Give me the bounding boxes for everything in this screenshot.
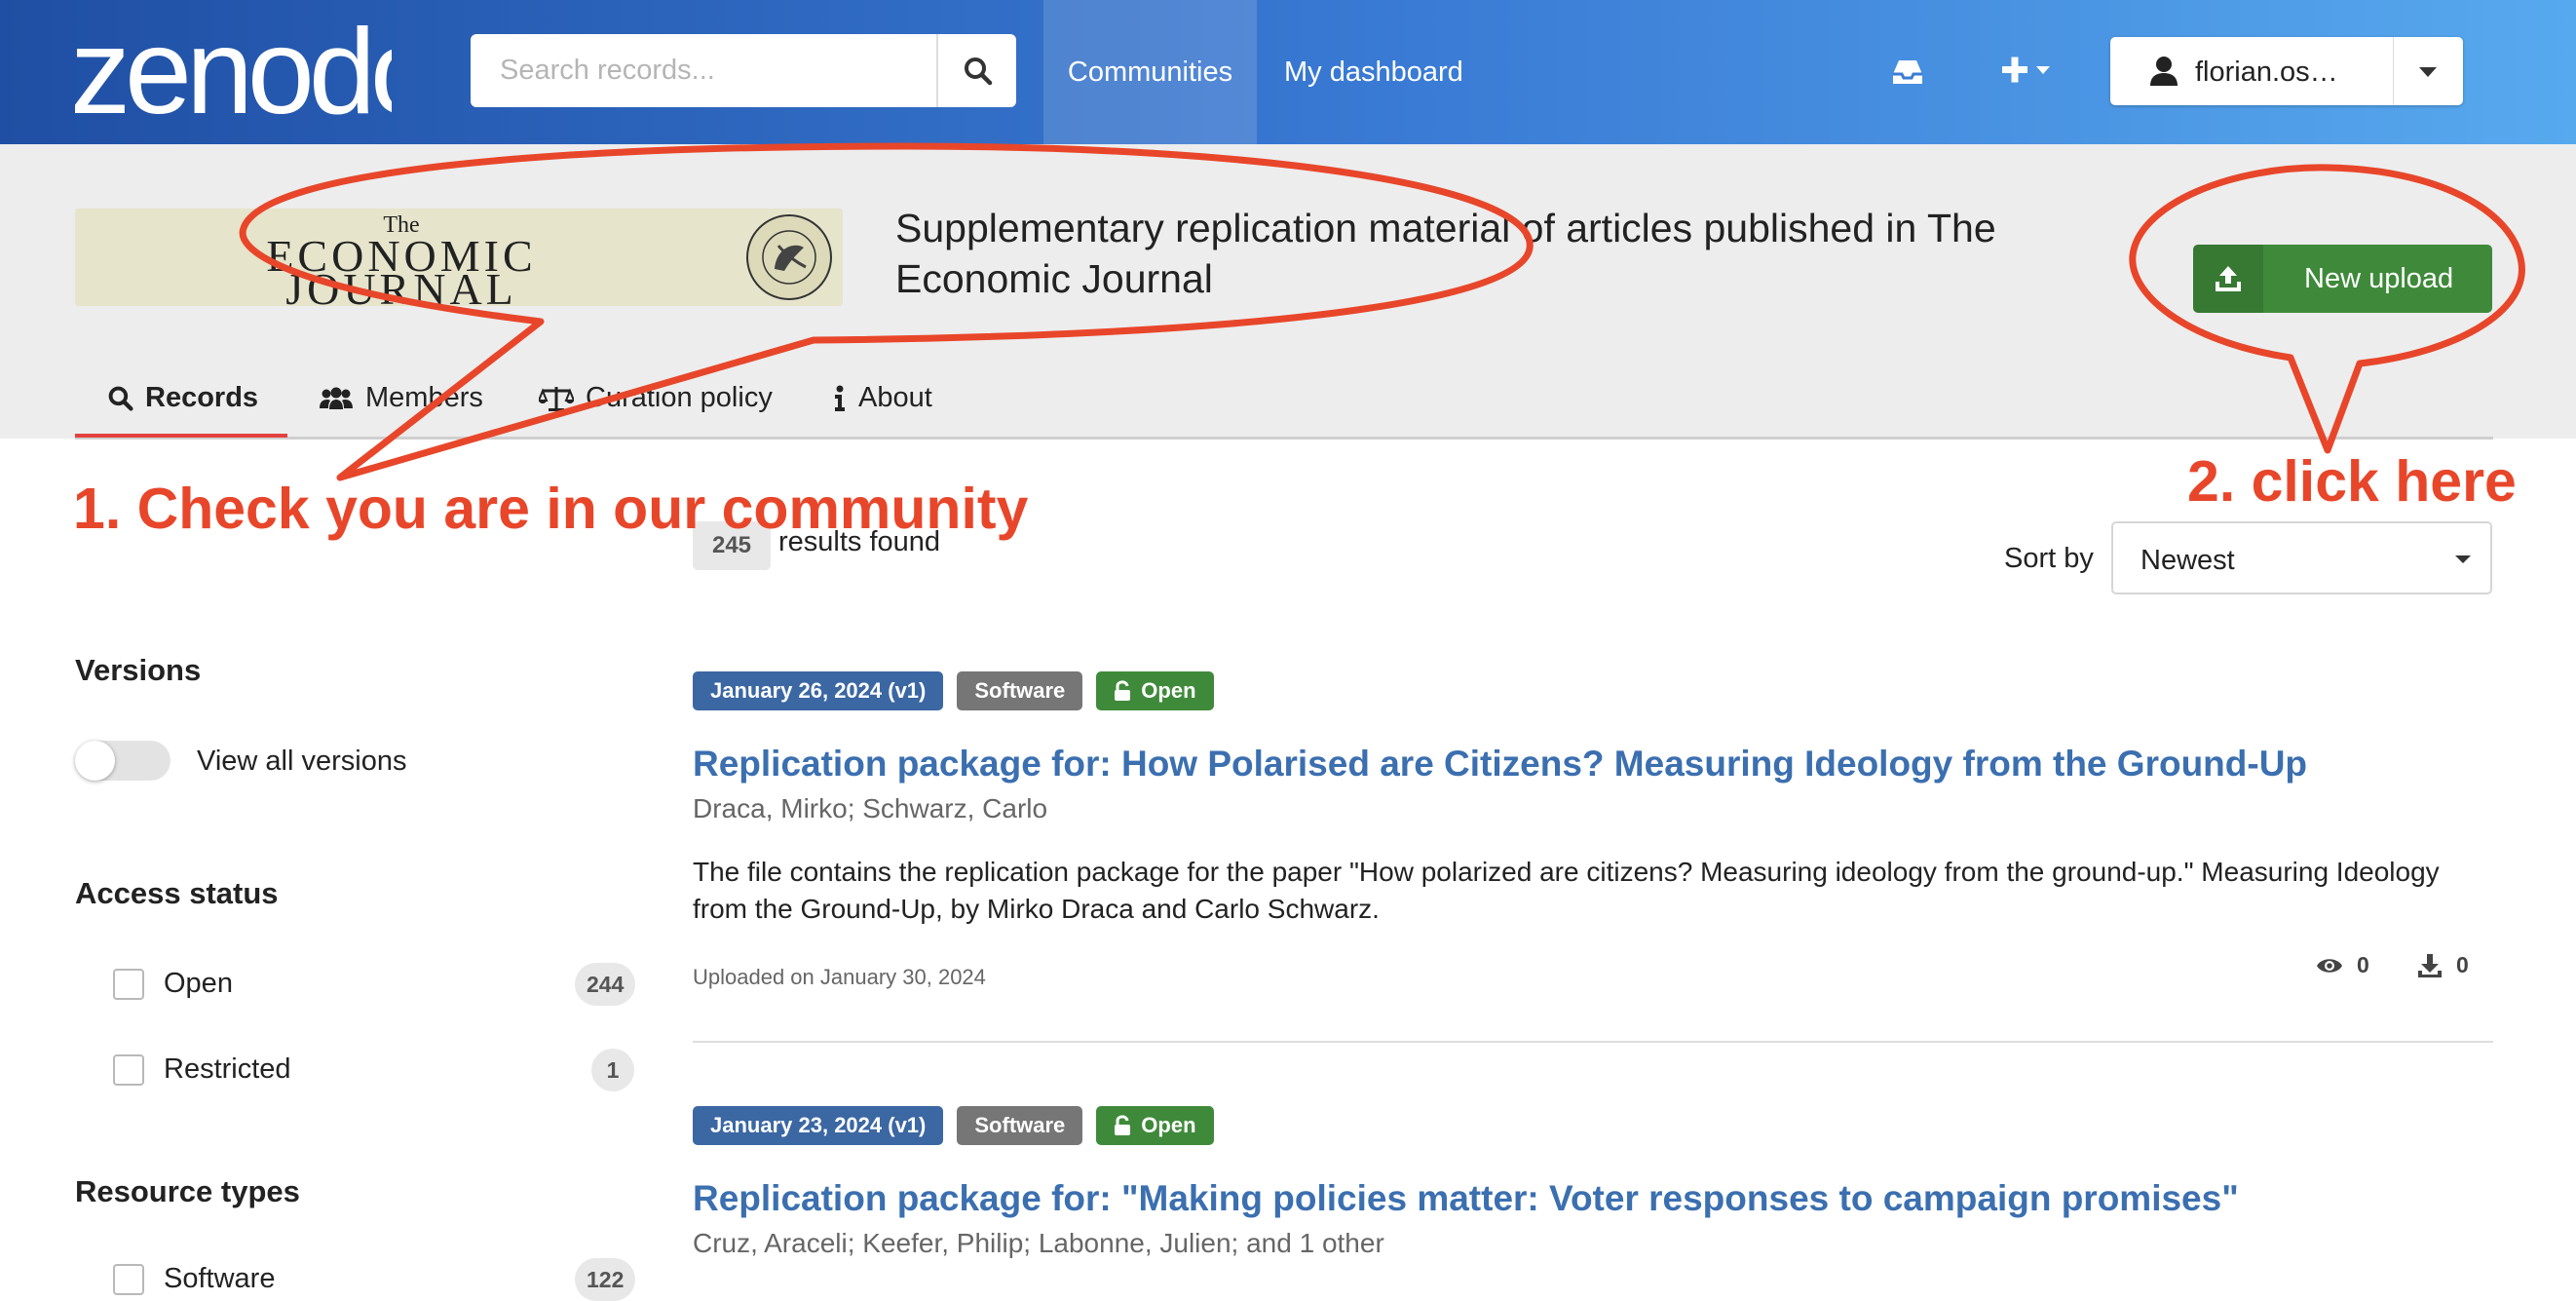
- nav-my-dashboard[interactable]: My dashboard: [1284, 0, 1463, 144]
- tab-members[interactable]: Members: [319, 382, 483, 414]
- facet-versions-title: Versions: [75, 653, 202, 687]
- tab-records-label: Records: [145, 382, 259, 413]
- version-date-badge: January 23, 2024 (v1): [693, 1106, 944, 1145]
- facet-access-status-title: Access status: [75, 876, 279, 910]
- tab-about[interactable]: About: [833, 382, 932, 414]
- search-input[interactable]: [471, 34, 934, 107]
- svg-text:zenodo: zenodo: [70, 8, 392, 125]
- access-restricted-count: 1: [591, 1049, 634, 1091]
- record-badges: January 23, 2024 (v1) Software Open: [693, 1106, 1214, 1145]
- access-badge: Open: [1096, 671, 1214, 710]
- zenodo-logo[interactable]: zenodo: [70, 8, 392, 125]
- resource-software-count: 122: [575, 1258, 636, 1301]
- search-button[interactable]: [936, 34, 1018, 107]
- nav-dashboard-label: My dashboard: [1284, 56, 1463, 88]
- record-downloads: 0: [2417, 952, 2469, 978]
- user-menu-button[interactable]: florian.os…: [2110, 37, 2463, 105]
- record-title-link[interactable]: Replication package for: "Making policie…: [693, 1178, 2239, 1219]
- economic-journal-logo: The ECONOMIC JOURNAL: [266, 212, 832, 306]
- annotation-step-1: 1. Check you are in our community: [73, 477, 1029, 541]
- upload-icon-box: [2193, 245, 2263, 313]
- username: florian.os…: [2195, 57, 2338, 88]
- unlock-icon: [1115, 1115, 1131, 1135]
- record-description: The file contains the replication packag…: [693, 857, 2440, 924]
- toggle-knob: [75, 741, 115, 781]
- user-icon: [2150, 57, 2178, 86]
- resource-software-label: Software: [164, 1263, 276, 1294]
- eye-icon: [2317, 958, 2342, 973]
- access-restricted-label: Restricted: [164, 1053, 291, 1085]
- tab-members-label: Members: [365, 382, 483, 413]
- download-icon: [2418, 953, 2442, 977]
- tab-about-label: About: [858, 382, 932, 413]
- annotation-step-2: 2. click here: [2187, 449, 2517, 514]
- plus-dropdown-icon[interactable]: [1999, 49, 2058, 92]
- new-upload-button[interactable]: New upload: [2193, 245, 2492, 313]
- sort-value: Newest: [2140, 545, 2235, 576]
- community-logo: The ECONOMIC JOURNAL: [75, 209, 843, 306]
- facet-resource-types-title: Resource types: [75, 1174, 300, 1208]
- record-title-link[interactable]: Replication package for: How Polarised a…: [693, 744, 2307, 784]
- resource-software-checkbox[interactable]: [113, 1264, 144, 1295]
- inbox-icon[interactable]: [1890, 49, 1925, 92]
- tab-records[interactable]: Records: [108, 382, 258, 414]
- upload-icon: [2216, 266, 2241, 291]
- community-title: Supplementary replication material of ar…: [895, 206, 1996, 301]
- nav-communities[interactable]: Communities: [1043, 0, 1257, 144]
- top-navbar: zenodo Communities My dashboard florian.…: [0, 0, 2576, 144]
- balance-scale-icon: [539, 386, 574, 411]
- version-date-badge: January 26, 2024 (v1): [693, 671, 944, 710]
- info-icon: [835, 385, 845, 411]
- unlock-icon: [1115, 680, 1131, 701]
- svg-text:JOURNAL: JOURNAL: [285, 264, 517, 306]
- search-icon: [108, 386, 133, 411]
- access-open-checkbox[interactable]: [113, 969, 144, 1000]
- community-tabs: Records Members Curation policy About: [75, 368, 2493, 440]
- users-icon: [320, 387, 353, 409]
- access-open-label: Open: [164, 968, 233, 999]
- access-badge-label: Open: [1141, 1113, 1196, 1137]
- tab-curation-policy[interactable]: Curation policy: [539, 382, 773, 414]
- record-views: 0: [2316, 952, 2369, 978]
- active-tab-indicator: [75, 434, 287, 438]
- sort-select[interactable]: Newest: [2111, 521, 2492, 594]
- access-badge: Open: [1096, 1106, 1214, 1145]
- tab-curation-policy-label: Curation policy: [586, 382, 773, 413]
- chevron-down-icon[interactable]: [2418, 66, 2438, 78]
- record-authors[interactable]: Cruz, Araceli; Keefer, Philip; Labonne, …: [693, 1228, 1384, 1259]
- view-all-versions-label: View all versions: [197, 746, 407, 777]
- record-downloads-count: 0: [2456, 952, 2469, 977]
- user-menu-divider: [2393, 37, 2394, 105]
- resource-type-badge: Software: [957, 671, 1083, 710]
- new-upload-label: New upload: [2304, 263, 2454, 294]
- record-divider: [693, 1041, 2493, 1043]
- record-views-count: 0: [2357, 952, 2369, 977]
- record-badges: January 26, 2024 (v1) Software Open: [693, 671, 1214, 710]
- search-icon: [965, 57, 993, 85]
- resource-type-badge: Software: [957, 1106, 1083, 1145]
- view-all-versions-toggle[interactable]: [75, 741, 170, 781]
- record-upload-date: Uploaded on January 30, 2024: [693, 965, 986, 989]
- nav-communities-label: Communities: [1067, 56, 1233, 88]
- access-badge-label: Open: [1141, 678, 1196, 703]
- access-open-count: 244: [575, 963, 636, 1006]
- sort-by-label: Sort by: [2004, 543, 2094, 574]
- record-authors[interactable]: Draca, Mirko; Schwarz, Carlo: [693, 793, 1047, 824]
- search-box: [471, 34, 1016, 107]
- chevron-down-icon: [2455, 555, 2471, 563]
- access-restricted-checkbox[interactable]: [113, 1054, 144, 1086]
